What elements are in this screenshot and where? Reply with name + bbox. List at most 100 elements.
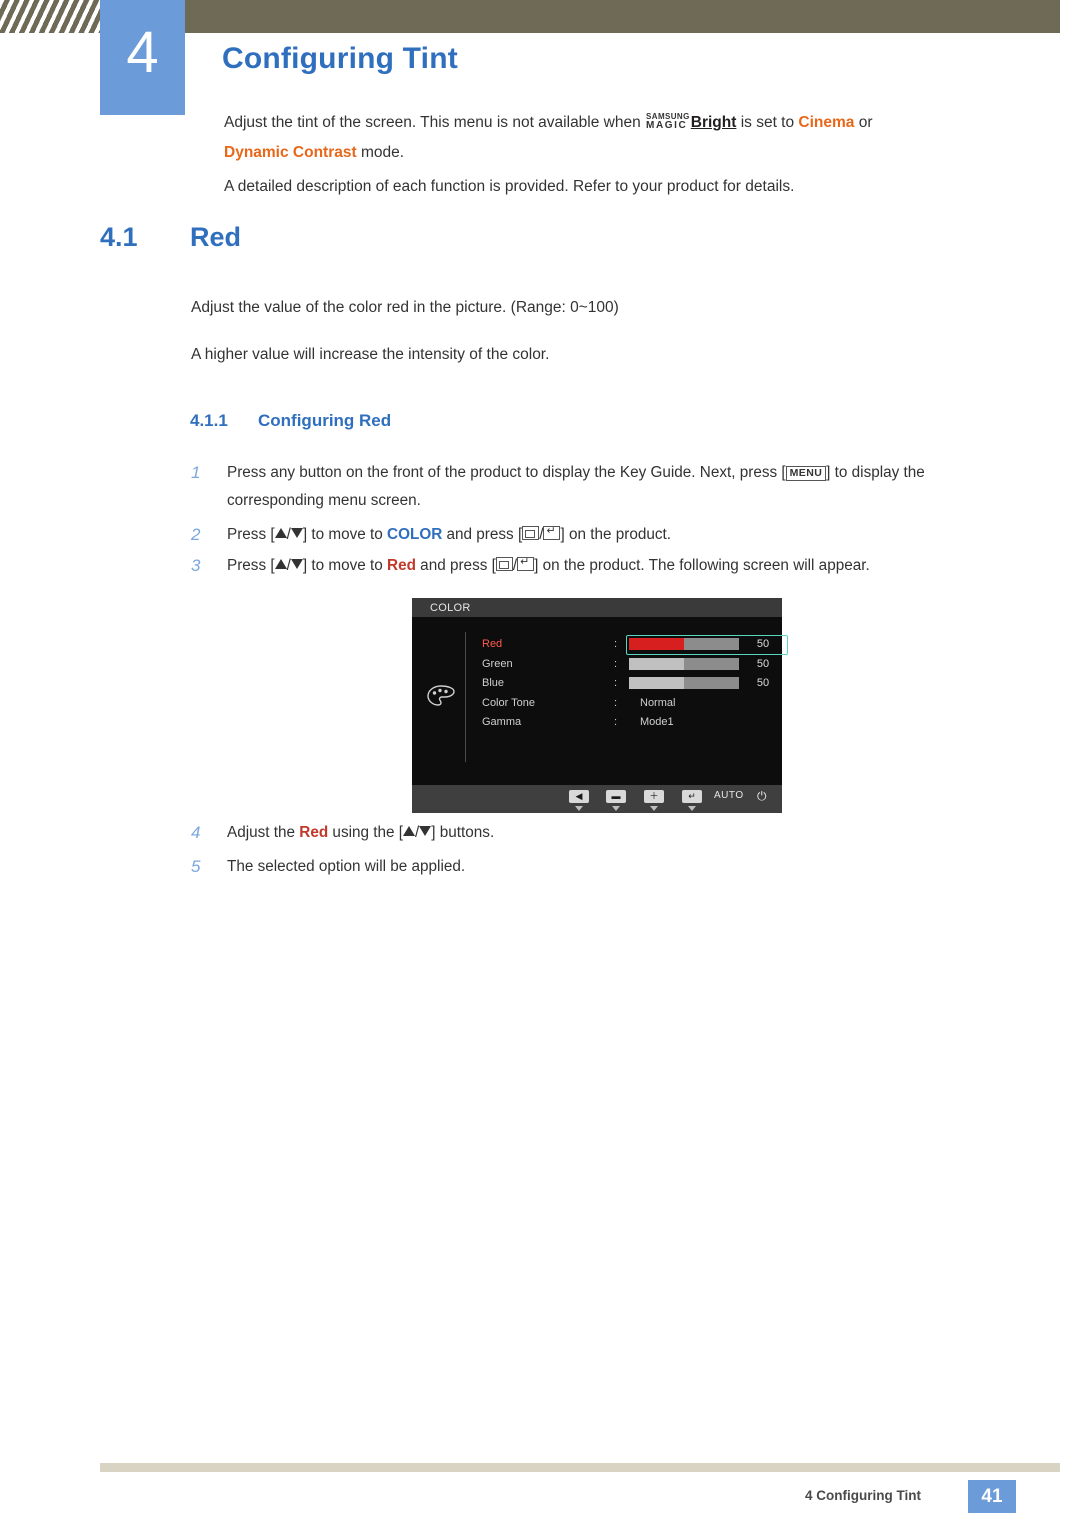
intro-paragraph-1: Adjust the tint of the screen. This menu… <box>224 108 1014 168</box>
step-1-text-a: Press any button on the front of the pro… <box>227 464 786 481</box>
step-2-text-c: and press [ <box>442 526 523 543</box>
enter-key-icon <box>517 556 535 571</box>
step-1: 1 Press any button on the front of the p… <box>191 459 1011 515</box>
header-hatch-decoration <box>0 0 100 33</box>
step-3-text-b: ] to move to <box>302 557 388 574</box>
osd-label-red: Red <box>482 638 503 650</box>
step-1-number: 1 <box>191 463 201 482</box>
step-3-text-c: and press [ <box>415 557 496 574</box>
intro-text-d: mode. <box>356 144 405 161</box>
footer-rule <box>100 1463 1060 1472</box>
red-term: Red <box>299 824 329 841</box>
header-right-cap <box>1060 0 1080 33</box>
footer-text: 4 Configuring Tint <box>805 1488 921 1503</box>
page-title: Configuring Tint <box>222 42 458 75</box>
bright-term: Bright <box>690 114 737 131</box>
step-2-text-b: ] to move to <box>302 526 388 543</box>
osd-row-red[interactable]: Red : 50 <box>474 635 788 656</box>
dynamic-contrast-term: Dynamic Contrast <box>224 144 357 161</box>
magic-logo-bottom: MAGIC <box>646 120 688 131</box>
osd-button-back[interactable]: ◀ <box>569 790 589 803</box>
step-5-text: The selected option will be applied. <box>227 858 466 875</box>
step-3-text: Press [/] to move to Red and press [/] o… <box>227 552 1011 580</box>
intro-text-c: or <box>854 114 873 131</box>
menu-key: MENU <box>785 466 827 481</box>
red-term: Red <box>387 557 416 574</box>
osd-colon-color-tone: : <box>614 696 618 709</box>
osd-row-gamma[interactable]: Gamma : Mode1 <box>474 714 774 734</box>
step-5-number: 5 <box>191 857 201 876</box>
osd-slider-fill-blue <box>629 677 684 689</box>
osd-button-auto[interactable]: AUTO <box>714 790 744 801</box>
color-term: COLOR <box>387 526 443 543</box>
arrow-up-icon <box>274 559 287 569</box>
osd-row-color-tone[interactable]: Color Tone : Normal <box>474 695 774 715</box>
osd-slider-green[interactable] <box>629 657 739 670</box>
osd-menu-list: Red : 50 Green : 50 Blue : 50 Color Tone… <box>474 635 788 734</box>
osd-label-green: Green <box>482 657 513 670</box>
step-4: 4 Adjust the Red using the [/] buttons. <box>191 819 1011 847</box>
osd-divider <box>465 632 466 762</box>
step-2-text-d: ] on the product. <box>560 526 672 543</box>
osd-row-green[interactable]: Green : 50 <box>474 656 774 676</box>
osd-row-blue[interactable]: Blue : 50 <box>474 675 774 695</box>
step-4-text-c: ] buttons. <box>431 824 495 841</box>
step-3-text-a: Press [ <box>227 557 275 574</box>
osd-button-bar: ◀ ▬ ＋ ↵ AUTO ⏻ <box>412 785 782 813</box>
step-2-text: Press [/] to move to COLOR and press [/]… <box>227 521 1011 549</box>
source-key-icon <box>495 557 513 571</box>
step-4-text: Adjust the Red using the [/] buttons. <box>227 819 1011 847</box>
osd-button-minus[interactable]: ▬ <box>606 790 626 803</box>
osd-caret-3 <box>650 806 658 811</box>
source-key-icon <box>522 526 540 540</box>
arrow-down-icon <box>290 559 303 569</box>
osd-colon-green: : <box>614 657 618 670</box>
step-2-text-a: Press [ <box>227 526 275 543</box>
section-paragraph-a: Adjust the value of the color red in the… <box>191 299 619 316</box>
osd-colon-red: : <box>614 638 618 650</box>
step-3-text-d: ] on the product. The following screen w… <box>534 557 870 574</box>
intro-text-a: Adjust the tint of the screen. This menu… <box>224 114 646 131</box>
osd-caret-4 <box>688 806 696 811</box>
section-paragraph-b: A higher value will increase the intensi… <box>191 346 550 363</box>
step-3: 3 Press [/] to move to Red and press [/]… <box>191 552 1011 580</box>
subsection-title: Configuring Red <box>258 411 392 430</box>
chapter-number-badge: 4 <box>100 0 185 115</box>
intro-text-b: is set to <box>736 114 799 131</box>
intro-paragraph-2: A detailed description of each function … <box>224 178 795 195</box>
step-1-text: Press any button on the front of the pro… <box>227 459 1011 515</box>
subsection-number: 4.1.1 <box>190 411 228 430</box>
osd-button-enter[interactable]: ↵ <box>682 790 702 803</box>
step-5: 5 The selected option will be applied. <box>191 853 1011 881</box>
step-2: 2 Press [/] to move to COLOR and press [… <box>191 521 1011 549</box>
osd-value-blue: 50 <box>756 677 770 689</box>
osd-slider-blue[interactable] <box>629 677 739 689</box>
footer-page-number: 41 <box>968 1480 1016 1513</box>
osd-title: COLOR <box>430 602 471 614</box>
samsung-magic-logo: SAMSUNG MAGIC <box>646 113 690 131</box>
section-title: Red <box>190 222 242 252</box>
osd-value-gamma: Mode1 <box>640 716 674 728</box>
osd-screenshot: COLOR Red : 50 Green : 50 Blue : 50 Colo… <box>412 598 788 813</box>
arrow-up-icon <box>403 826 416 836</box>
step-4-text-b: using the [ <box>328 824 404 841</box>
osd-value-green: 50 <box>756 657 770 670</box>
osd-value-color-tone: Normal <box>640 696 676 709</box>
power-icon[interactable]: ⏻ <box>757 789 767 804</box>
osd-slider-fill-green <box>629 657 684 670</box>
osd-button-plus[interactable]: ＋ <box>644 790 664 803</box>
osd-caret-2 <box>612 806 620 811</box>
arrow-down-icon <box>419 826 432 836</box>
osd-label-gamma: Gamma <box>482 716 522 728</box>
step-3-number: 3 <box>191 556 201 575</box>
osd-colon-blue: : <box>614 677 618 689</box>
section-number: 4.1 <box>100 222 138 252</box>
osd-label-blue: Blue <box>482 677 505 689</box>
palette-icon <box>427 685 455 706</box>
arrow-down-icon <box>290 528 303 538</box>
osd-colon-gamma: : <box>614 716 618 728</box>
cinema-term: Cinema <box>798 114 855 131</box>
osd-caret-1 <box>575 806 583 811</box>
arrow-up-icon <box>274 528 287 538</box>
step-4-number: 4 <box>191 823 201 842</box>
